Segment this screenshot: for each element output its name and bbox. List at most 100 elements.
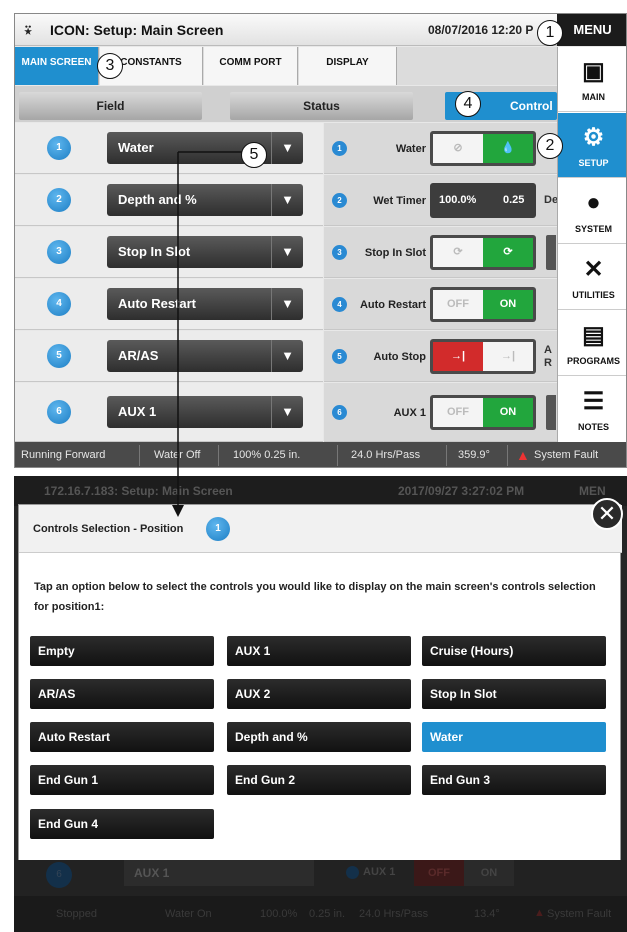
control-preview-5: 5 Auto Stop →| →| A R	[324, 331, 557, 382]
control-dropdown-6[interactable]: AUX 1 ▼	[107, 396, 303, 428]
option-water[interactable]: Water	[422, 722, 606, 752]
icon-logo: ⍣	[23, 21, 34, 40]
subtab-field[interactable]: Field	[19, 92, 202, 120]
menu-item-utilities[interactable]: ✕ UTILITIES	[558, 245, 626, 310]
dimmed-status-depth: 0.25 in.	[309, 908, 346, 920]
option-end-gun-3[interactable]: End Gun 3	[422, 765, 606, 795]
dropdown-value: AUX 1	[118, 404, 157, 419]
auto-stop-cut-label-2: R	[544, 357, 552, 369]
option-cruise-hours[interactable]: Cruise (Hours)	[422, 636, 606, 666]
preview-number: 6	[332, 405, 347, 420]
warning-icon: ▲	[516, 447, 530, 463]
title-bar: ⍣ ICON: Setup: Main Screen 08/07/2016 12…	[15, 14, 557, 46]
menu-item-main[interactable]: ▣ MAIN	[558, 47, 626, 112]
option-ar-as[interactable]: AR/AS	[30, 679, 214, 709]
menu-label: NOTES	[577, 422, 609, 432]
wet-timer-display[interactable]: 100.0% 0.25	[430, 183, 536, 218]
dimmed-title: 172.16.7.183: Setup: Main Screen	[44, 484, 233, 498]
callout-4: 4	[455, 91, 481, 117]
controls-selection-modal: Controls Selection - Position 1 Tap an o…	[18, 504, 622, 861]
option-stop-in-slot[interactable]: Stop In Slot	[422, 679, 606, 709]
dimmed-datetime: 2017/09/27 3:27:02 PM	[398, 484, 525, 498]
notes-icon: ☰	[582, 388, 605, 415]
auto-stop-cut-label: A	[544, 344, 552, 356]
water-toggle[interactable]: ⊘ 💧	[430, 131, 536, 166]
dimmed-status-angle: 13.4°	[474, 908, 500, 920]
modal-title: Controls Selection - Position	[33, 523, 184, 535]
dimmed-status-water: Water On	[165, 908, 212, 920]
tab-comm-port[interactable]: COMM PORT	[204, 47, 298, 85]
toggle-on: ON	[483, 290, 533, 319]
close-icon[interactable]: ✕	[591, 498, 623, 530]
tab-display[interactable]: DISPLAY	[299, 47, 397, 85]
tab-main-screen[interactable]: MAIN SCREEN	[15, 47, 99, 85]
menu-item-system[interactable]: ● SYSTEM	[558, 179, 626, 244]
dimmed-dropdown: AUX 1	[124, 860, 314, 886]
dropdown-value: Depth and %	[118, 192, 197, 207]
preview-label: AUX 1	[393, 406, 426, 419]
subtab-status[interactable]: Status	[230, 92, 413, 120]
control-preview-4: 4 Auto Restart OFF ON	[324, 279, 557, 330]
callout-2: 2	[537, 133, 563, 159]
dimmed-background-bottom: 6 AUX 1 AUX 1 OFF ON Stopped Water On 10…	[14, 860, 627, 932]
option-end-gun-4[interactable]: End Gun 4	[30, 809, 214, 839]
option-end-gun-2[interactable]: End Gun 2	[227, 765, 411, 795]
aux1-toggle[interactable]: OFF ON	[430, 395, 536, 430]
control-preview-6: 6 AUX 1 OFF ON	[324, 383, 557, 442]
control-dropdown-2[interactable]: Depth and % ▼	[107, 184, 303, 216]
option-end-gun-1[interactable]: End Gun 1	[30, 765, 214, 795]
dimmed-status-fault: System Fault	[547, 908, 612, 920]
position-row-1: 1 Water ▼	[15, 123, 323, 174]
preview-number: 5	[332, 349, 347, 364]
control-dropdown-1[interactable]: Water ▼	[107, 132, 303, 164]
chevron-down-icon: ▼	[271, 288, 303, 320]
dimmed-status-percent: 100.0%	[260, 908, 298, 920]
system-dial-icon: ●	[586, 189, 601, 216]
position-row-3: 3 Stop In Slot ▼	[15, 227, 323, 278]
dimmed-title-bar: 172.16.7.183: Setup: Main Screen 2017/09…	[14, 476, 627, 506]
option-aux-2[interactable]: AUX 2	[227, 679, 411, 709]
main-screen-icon: ▣	[582, 58, 605, 85]
dimmed-status-bar: Stopped Water On 100.0% 0.25 in. 24.0 Hr…	[14, 896, 627, 932]
preview-number: 4	[332, 297, 347, 312]
rotate-on-icon: ⟳	[483, 238, 533, 267]
menu-item-setup[interactable]: ⚙ SETUP	[558, 113, 626, 178]
status-angle: 359.9°	[458, 449, 490, 461]
dimmed-label: AUX 1	[363, 866, 396, 878]
option-aux-1[interactable]: AUX 1	[227, 636, 411, 666]
option-auto-restart[interactable]: Auto Restart	[30, 722, 214, 752]
toggle-off: OFF	[433, 398, 483, 427]
menu-button[interactable]: MENU	[557, 14, 626, 46]
control-dropdown-3[interactable]: Stop In Slot ▼	[107, 236, 303, 268]
status-depth: 100% 0.25 in.	[233, 449, 301, 461]
auto-restart-toggle[interactable]: OFF ON	[430, 287, 536, 322]
status-hours: 24.0 Hrs/Pass	[351, 449, 421, 461]
dropdown-value: Auto Restart	[118, 296, 197, 311]
control-dropdown-5[interactable]: AR/AS ▼	[107, 340, 303, 372]
dropdown-value: AR/AS	[118, 348, 159, 363]
menu-item-programs[interactable]: ▤ PROGRAMS	[558, 311, 626, 376]
callout-5: 5	[241, 142, 267, 168]
menu-item-notes[interactable]: ☰ NOTES	[558, 377, 626, 442]
option-depth-and-percent[interactable]: Depth and %	[227, 722, 411, 752]
dimmed-menu: MEN	[579, 484, 606, 498]
preview-number: 2	[332, 193, 347, 208]
status-fault[interactable]: System Fault	[534, 449, 598, 461]
divider	[446, 445, 447, 466]
option-empty[interactable]: Empty	[30, 636, 214, 666]
preview-label: Water	[395, 142, 426, 155]
modal-description: Tap an option below to select the contro…	[34, 581, 596, 613]
control-dropdown-4[interactable]: Auto Restart ▼	[107, 288, 303, 320]
stop-in-slot-toggle[interactable]: ⟳ ⟳	[430, 235, 536, 270]
auto-stop-toggle[interactable]: →| →|	[430, 339, 536, 374]
chevron-down-icon: ▼	[271, 132, 303, 164]
divider	[218, 445, 219, 466]
preview-label: Wet Timer	[373, 194, 426, 207]
chevron-down-icon: ▼	[271, 236, 303, 268]
dimmed-off: OFF	[414, 860, 464, 886]
toggle-on: ON	[483, 398, 533, 427]
timer-depth: 0.25	[503, 194, 525, 206]
status-water: Water Off	[154, 449, 201, 461]
stop-arrow-icon: →|	[433, 342, 483, 371]
chevron-down-icon: ▼	[271, 396, 303, 428]
